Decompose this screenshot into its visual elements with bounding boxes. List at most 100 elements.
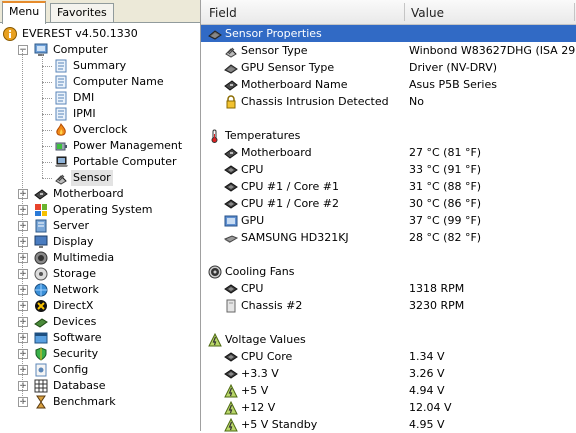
column-divider[interactable] <box>574 3 575 21</box>
tree-item-computer-name[interactable]: Computer Name <box>0 74 200 90</box>
tree-item-computer[interactable]: − Computer <box>0 42 200 58</box>
expand-icon[interactable]: + <box>18 301 28 311</box>
expand-icon[interactable]: + <box>18 317 28 327</box>
tree-item-storage[interactable]: + Storage <box>0 266 200 282</box>
tree-item-sensor[interactable]: Sensor <box>0 170 200 186</box>
expand-icon[interactable]: + <box>18 333 28 343</box>
sensor-row[interactable]: SAMSUNG HD321KJ 28 °C (82 °F) <box>201 229 576 246</box>
flame-icon <box>54 123 68 137</box>
tree-connector <box>42 82 52 83</box>
expand-icon[interactable]: + <box>18 269 28 279</box>
tree-item-overclock[interactable]: Overclock <box>0 122 200 138</box>
speaker-icon <box>34 251 48 265</box>
navigation-pane: Menu Favorites EVEREST v4.50.1330 − Comput… <box>0 0 201 431</box>
field-cell: Motherboard Name <box>241 78 348 91</box>
expand-icon[interactable]: + <box>18 237 28 247</box>
cpu-icon <box>224 163 238 176</box>
sensor-row[interactable]: GPU Sensor Type Driver (NV-DRV) <box>201 59 576 76</box>
sensor-row[interactable]: CPU 1318 RPM <box>201 280 576 297</box>
expand-icon[interactable]: + <box>18 205 28 215</box>
section-header-voltage-values[interactable]: Voltage Values <box>201 331 576 348</box>
field-column-header[interactable]: Field <box>209 0 237 24</box>
tree-item-label: Sensor <box>71 170 113 186</box>
tree-item-software[interactable]: + Software <box>0 330 200 346</box>
tree-item-multimedia[interactable]: + Multimedia <box>0 250 200 266</box>
section-header-sensor-properties[interactable]: Sensor Properties <box>201 25 576 42</box>
lock-icon <box>224 95 238 109</box>
tree-item-server[interactable]: + Server <box>0 218 200 234</box>
sensor-row[interactable]: +5 V Standby 4.95 V <box>201 416 576 433</box>
tree-item-ipmi[interactable]: IPMI <box>0 106 200 122</box>
tree-item-summary[interactable]: Summary <box>0 58 200 74</box>
hourglass-icon <box>34 395 48 409</box>
field-cell: CPU #1 / Core #2 <box>241 197 339 210</box>
tree-item-devices[interactable]: + Devices <box>0 314 200 330</box>
tree-item-power-management[interactable]: Power Management <box>0 138 200 154</box>
value-cell: 3.26 V <box>409 367 445 380</box>
value-cell: Winbond W83627DHG (ISA 290h) <box>409 44 576 57</box>
sensor-row[interactable]: Motherboard 27 °C (81 °F) <box>201 144 576 161</box>
tree-item-label: Motherboard <box>53 187 124 200</box>
field-cell: SAMSUNG HD321KJ <box>241 231 349 244</box>
expand-icon[interactable]: + <box>18 349 28 359</box>
tree-item-database[interactable]: + Database <box>0 378 200 394</box>
expand-icon[interactable]: + <box>18 397 28 407</box>
tree-item-everest-v4-50-1330[interactable]: EVEREST v4.50.1330 <box>0 26 200 42</box>
devices-icon <box>34 315 48 329</box>
sensor-row[interactable]: +12 V 12.04 V <box>201 399 576 416</box>
field-cell: CPU #1 / Core #1 <box>241 180 339 193</box>
tree-item-directx[interactable]: + DirectX <box>0 298 200 314</box>
cpu-icon <box>224 367 238 380</box>
tree-connector <box>42 54 43 178</box>
section-header-cooling-fans[interactable]: Cooling Fans <box>201 263 576 280</box>
sensor-row[interactable]: GPU 37 °C (99 °F) <box>201 212 576 229</box>
tree-item-label: Computer Name <box>73 75 164 88</box>
sensor-row[interactable]: CPU #1 / Core #2 30 °C (86 °F) <box>201 195 576 212</box>
tree-item-motherboard[interactable]: + Motherboard <box>0 186 200 202</box>
fan-icon <box>208 265 222 279</box>
tree-item-portable-computer[interactable]: Portable Computer <box>0 154 200 170</box>
field-cell: CPU <box>241 282 264 295</box>
tree-connector <box>42 98 52 99</box>
tree-item-display[interactable]: + Display <box>0 234 200 250</box>
section-header-temperatures[interactable]: Temperatures <box>201 127 576 144</box>
section-title: Cooling Fans <box>225 265 295 278</box>
tree-item-network[interactable]: + Network <box>0 282 200 298</box>
sensor-row[interactable]: Chassis Intrusion Detected No <box>201 93 576 110</box>
expand-icon[interactable]: + <box>18 365 28 375</box>
column-divider[interactable] <box>404 3 405 21</box>
tree-item-benchmark[interactable]: + Benchmark <box>0 394 200 410</box>
field-cell: Sensor Type <box>241 44 308 57</box>
tree-item-label: Operating System <box>53 203 153 216</box>
field-cell: +3.3 V <box>241 367 279 380</box>
tab-favorites[interactable]: Favorites <box>50 3 114 22</box>
field-cell: GPU Sensor Type <box>241 61 335 74</box>
tree-item-label: DirectX <box>53 299 94 312</box>
sensor-row[interactable]: Chassis #2 3230 RPM <box>201 297 576 314</box>
field-cell: +12 V <box>241 401 276 414</box>
field-cell: GPU <box>241 214 265 227</box>
sensor-row[interactable]: +3.3 V 3.26 V <box>201 365 576 382</box>
expand-icon[interactable]: + <box>18 381 28 391</box>
collapse-icon[interactable]: − <box>18 45 28 55</box>
expand-icon[interactable]: + <box>18 221 28 231</box>
value-column-header[interactable]: Value <box>411 0 444 24</box>
sensor-row[interactable]: +5 V 4.94 V <box>201 382 576 399</box>
expand-icon[interactable]: + <box>18 189 28 199</box>
expand-icon[interactable]: + <box>18 285 28 295</box>
tree-connector <box>42 178 52 179</box>
sensor-row[interactable]: Sensor Type Winbond W83627DHG (ISA 290h) <box>201 42 576 59</box>
tree-item-dmi[interactable]: DMI <box>0 90 200 106</box>
expand-icon[interactable]: + <box>18 253 28 263</box>
sensor-row[interactable]: CPU #1 / Core #1 31 °C (88 °F) <box>201 178 576 195</box>
tree-item-config[interactable]: + Config <box>0 362 200 378</box>
sensor-row[interactable]: Motherboard Name Asus P5B Series <box>201 76 576 93</box>
tree-item-label: Devices <box>53 315 97 328</box>
sensor-row[interactable]: CPU 33 °C (91 °F) <box>201 161 576 178</box>
sensor-row[interactable]: CPU Core 1.34 V <box>201 348 576 365</box>
field-cell: CPU <box>241 163 264 176</box>
tab-menu[interactable]: Menu <box>2 1 47 24</box>
tree-item-security[interactable]: + Security <box>0 346 200 362</box>
tree-item-label: Software <box>53 331 102 344</box>
tree-item-operating-system[interactable]: + Operating System <box>0 202 200 218</box>
